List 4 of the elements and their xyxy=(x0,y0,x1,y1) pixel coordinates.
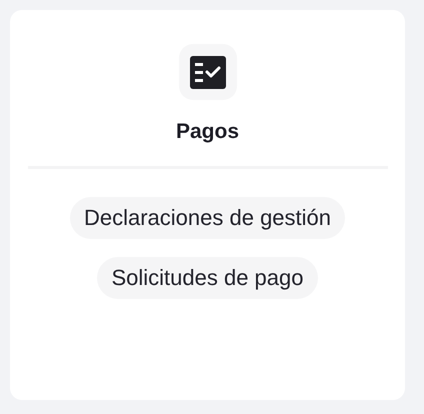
checklist-icon xyxy=(190,56,226,88)
card-title: Pagos xyxy=(176,120,240,144)
link-chip[interactable]: Declaraciones de gestión xyxy=(70,197,346,239)
link-chip[interactable]: Solicitudes de pago xyxy=(97,257,318,299)
